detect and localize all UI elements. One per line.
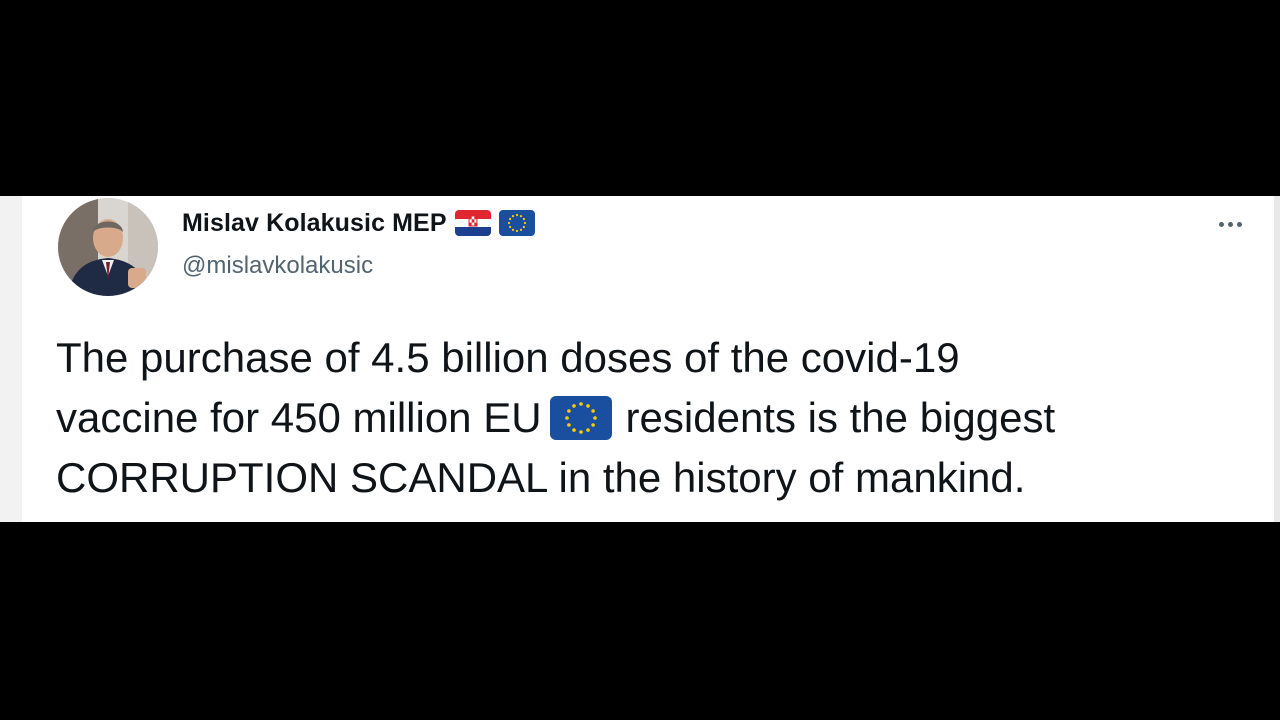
author-display-name[interactable]: Mislav Kolakusic MEP bbox=[182, 209, 447, 238]
eu-flag-icon bbox=[498, 210, 535, 236]
more-horizontal-icon bbox=[1218, 221, 1224, 227]
tweet-text-line-3: CORRUPTION SCANDAL in the history of man… bbox=[56, 454, 1026, 501]
tweet-text-line-2-end: residents is the biggest bbox=[625, 394, 1056, 441]
more-horizontal-icon-dot bbox=[1227, 221, 1233, 227]
author-handle[interactable]: @mislavkolakusic bbox=[182, 252, 373, 280]
more-options-button[interactable] bbox=[1210, 210, 1250, 238]
video-frame: Mislav Kolakusic MEP @mislavkolakusic Th… bbox=[0, 0, 1280, 720]
author-name-row: Mislav Kolakusic MEP bbox=[182, 206, 535, 240]
tweet-text-line-2: vaccine for 450 million EU residents is … bbox=[56, 388, 1256, 448]
avatar-image bbox=[58, 198, 158, 296]
tweet-text-line-2-start: vaccine for 450 million EU bbox=[56, 394, 542, 441]
tweet-text-line-1: The purchase of 4.5 billion doses of the… bbox=[56, 334, 960, 381]
tweet-text: The purchase of 4.5 billion doses of the… bbox=[56, 328, 1256, 508]
avatar[interactable] bbox=[58, 198, 158, 296]
croatia-flag-icon bbox=[454, 210, 491, 236]
more-horizontal-icon-dot bbox=[1236, 221, 1242, 227]
eu-flag-icon bbox=[549, 396, 612, 440]
tweet-card: Mislav Kolakusic MEP @mislavkolakusic Th… bbox=[0, 196, 1280, 522]
